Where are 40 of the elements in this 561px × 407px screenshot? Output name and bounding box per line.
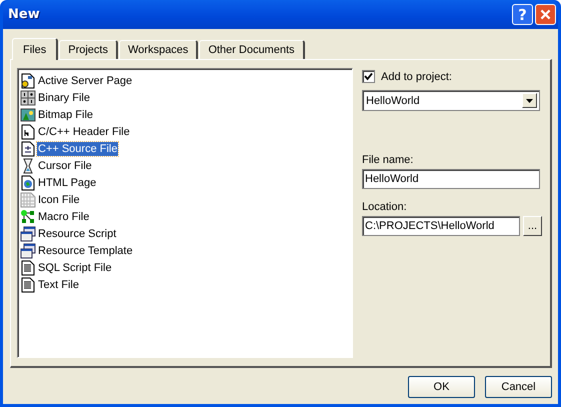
help-button[interactable]: ? bbox=[512, 4, 533, 25]
tab[interactable]: Workspaces bbox=[118, 40, 198, 59]
dialog-button[interactable]: OK bbox=[408, 376, 475, 398]
globe-document-icon bbox=[20, 174, 36, 190]
file-type-item[interactable]: Binary File bbox=[37, 90, 91, 104]
grid-document-icon bbox=[20, 192, 36, 208]
text-document-icon bbox=[20, 276, 36, 292]
project-dropdown[interactable]: HelloWorld bbox=[362, 90, 540, 111]
file-type-item[interactable]: Bitmap File bbox=[37, 108, 94, 122]
location-field[interactable]: C:\PROJECTS\HelloWorld bbox=[362, 216, 520, 236]
add-to-project-checkbox[interactable] bbox=[362, 70, 375, 83]
file-type-item[interactable]: Cursor File bbox=[37, 158, 93, 172]
file-type-item[interactable]: Text File bbox=[37, 278, 80, 292]
field-label: Location: bbox=[362, 201, 408, 213]
file-type-item[interactable]: SQL Script File bbox=[37, 260, 113, 274]
file-type-item[interactable]: Resource Script bbox=[37, 226, 118, 240]
binary-grid-icon bbox=[20, 90, 36, 106]
network-icon bbox=[20, 208, 36, 224]
window-stack-icon bbox=[20, 226, 36, 242]
browse-button[interactable]: ... bbox=[523, 216, 542, 236]
checkbox-label: Add to project: bbox=[381, 70, 452, 82]
file-type-item[interactable]: C/C++ Header File bbox=[37, 124, 131, 138]
file-type-item[interactable]: C++ Source File bbox=[37, 142, 118, 156]
document-icon bbox=[20, 124, 36, 140]
field-label: File name: bbox=[362, 154, 414, 166]
file-type-item[interactable]: Icon File bbox=[37, 192, 81, 206]
document-icon bbox=[20, 140, 36, 156]
tab[interactable]: Projects bbox=[59, 40, 118, 59]
tab[interactable]: Files bbox=[12, 38, 58, 60]
picture-document-icon bbox=[20, 106, 36, 122]
file-type-item[interactable]: Resource Template bbox=[37, 244, 134, 258]
file-type-item[interactable]: Macro File bbox=[37, 210, 90, 224]
window-stack-icon bbox=[20, 242, 36, 258]
window-title: New bbox=[8, 7, 40, 22]
file-type-item[interactable]: HTML Page bbox=[37, 176, 98, 190]
dialog-button[interactable]: Cancel bbox=[485, 376, 552, 398]
file-type-item[interactable]: Active Server Page bbox=[37, 74, 134, 88]
tab[interactable]: Other Documents bbox=[199, 40, 305, 59]
text-document-icon bbox=[20, 260, 36, 276]
file-name-field[interactable]: HelloWorld bbox=[362, 169, 540, 189]
